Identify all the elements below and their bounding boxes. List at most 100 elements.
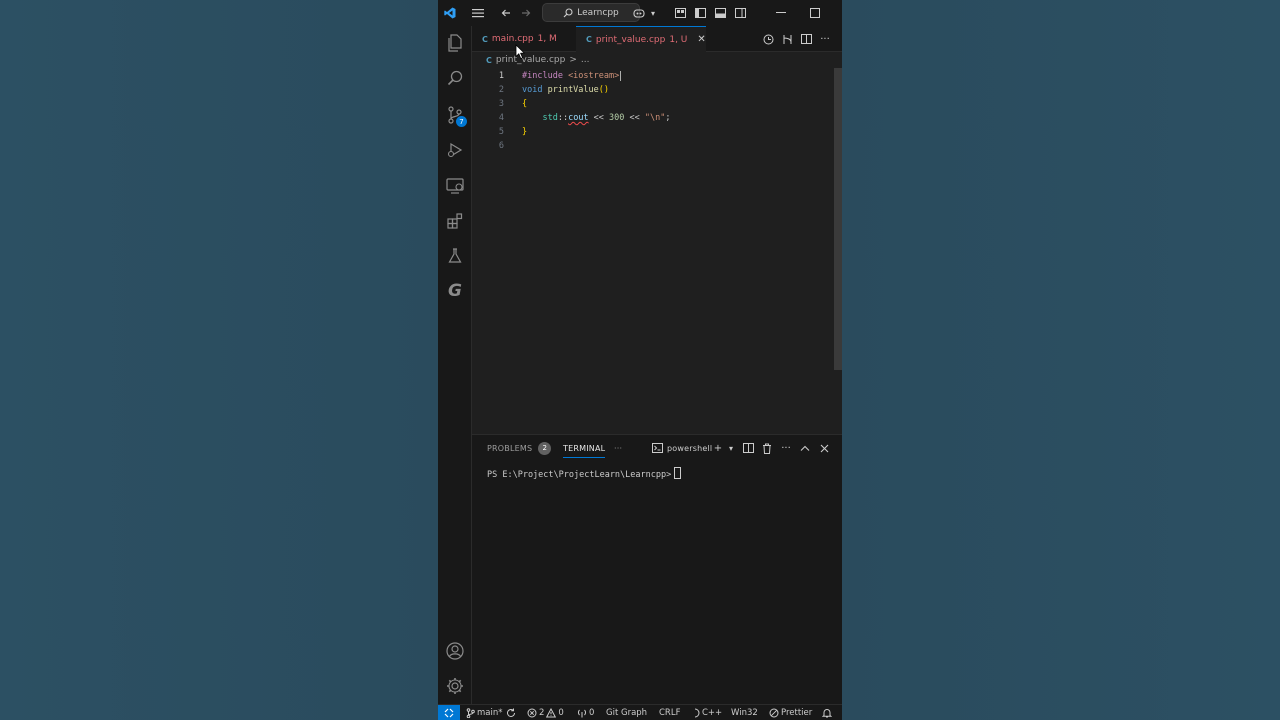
branch-indicator[interactable]: main* [466, 705, 503, 720]
more-actions-icon[interactable]: ··· [817, 30, 833, 48]
vscode-window: Learncpp ▾ 7 G C main.cpp 1, M C print_v… [438, 0, 842, 720]
close-panel-icon[interactable] [816, 439, 832, 457]
timeline-icon[interactable] [760, 30, 776, 48]
language-indicator[interactable]: C++ [692, 705, 722, 720]
remote-indicator-icon[interactable] [438, 705, 460, 720]
account-icon[interactable] [438, 636, 472, 666]
run-debug-icon[interactable] [438, 135, 472, 165]
close-tab-icon[interactable]: ✕ [697, 34, 705, 45]
editor-scrollbar[interactable] [834, 68, 842, 370]
error-icon [527, 708, 537, 717]
extensions-icon[interactable] [438, 206, 472, 236]
line-number: 4 [498, 113, 504, 123]
terminal-cursor [674, 467, 682, 479]
prettier-disabled-icon [769, 708, 779, 717]
prettier-label: Prettier [781, 707, 813, 718]
line-number: 2 [498, 85, 504, 95]
customize-layout-icon[interactable] [670, 0, 690, 26]
code-editor[interactable]: 1 #include <iostream> 2 void printValue() 3{… [472, 68, 842, 434]
close-window-icon[interactable] [832, 0, 842, 26]
prettier-indicator[interactable]: Prettier [769, 705, 812, 720]
code-line[interactable]: 4 std::cout << 300 << "\n"; [472, 111, 832, 125]
breadcrumb: C print_value.cpp > ... [472, 52, 842, 68]
cpp-file-icon: C [486, 55, 492, 65]
breadcrumb-more[interactable]: ... [581, 55, 590, 65]
breadcrumb-file[interactable]: print_value.cpp [496, 55, 565, 65]
code-line[interactable]: 5} [472, 125, 832, 139]
text-caret [620, 71, 622, 81]
chevron-down-icon[interactable]: ▾ [648, 0, 658, 26]
platform-indicator[interactable]: Win32 [731, 705, 758, 720]
terminal-icon [652, 443, 663, 453]
desktop-background-left [0, 0, 438, 720]
code-line[interactable]: 3{ [472, 97, 832, 111]
title-bar: Learncpp ▾ [438, 0, 842, 26]
menu-icon[interactable] [468, 0, 488, 26]
git-graph-label: Git Graph [606, 707, 648, 718]
code-text: #include <iostream> [522, 69, 622, 83]
terminal-prompt: PS E:\Project\ProjectLearn\Learncpp> [487, 470, 672, 480]
code-line[interactable]: 1 #include <iostream> [472, 69, 832, 83]
code-token: void [522, 85, 548, 95]
open-changes-icon[interactable] [779, 30, 795, 48]
code-text: } [522, 125, 527, 139]
gitlens-icon[interactable]: G [438, 276, 472, 306]
notifications-bell-icon[interactable] [822, 705, 832, 720]
code-line[interactable]: 6 [472, 139, 832, 153]
source-control-icon[interactable]: 7 [438, 100, 472, 130]
warning-count: 0 [558, 707, 564, 718]
tab-problems[interactable]: PROBLEMS 2 [487, 439, 552, 457]
panel-more-actions-icon[interactable]: ··· [778, 439, 794, 457]
line-number: 5 [498, 127, 504, 137]
terminal-panel: PROBLEMS 2 TERMINAL ··· powershell + ▾ ·… [472, 434, 842, 704]
code-token: printValue [547, 85, 599, 95]
error-count: 2 [539, 707, 545, 718]
toggle-panel-icon[interactable] [710, 0, 730, 26]
search-sidebar-icon[interactable] [438, 63, 472, 93]
code-line[interactable]: 2 void printValue() [472, 83, 832, 97]
tab-label: print_value.cpp [595, 34, 666, 45]
terminal-shell-selector[interactable]: powershell [652, 439, 712, 457]
copilot-icon[interactable] [630, 0, 648, 26]
code-token: << [624, 113, 645, 123]
chevron-down-icon[interactable]: ▾ [723, 439, 739, 457]
split-editor-icon[interactable] [798, 30, 814, 48]
git-graph-button[interactable]: Git Graph [606, 705, 647, 720]
code-token: cout [568, 113, 589, 123]
explorer-icon[interactable] [438, 28, 472, 58]
terminal-output[interactable]: PS E:\Project\ProjectLearn\Learncpp> [487, 467, 682, 480]
maximize-icon[interactable] [798, 0, 832, 26]
language-label: C++ [702, 707, 723, 718]
code-token: "\n" [644, 113, 666, 123]
language-status-icon [694, 708, 700, 717]
problems-indicator[interactable]: 2 0 [527, 705, 564, 720]
code-token: ; [665, 113, 671, 123]
toggle-primary-sidebar-icon[interactable] [690, 0, 710, 26]
settings-gear-icon[interactable] [438, 671, 472, 701]
command-center-search[interactable]: Learncpp [542, 3, 640, 22]
forward-arrow-icon[interactable] [516, 0, 536, 26]
tab-print-value-cpp[interactable]: C print_value.cpp 1, U ✕ [576, 26, 706, 52]
split-terminal-icon[interactable] [740, 439, 756, 457]
more-label: ··· [614, 443, 623, 453]
minimize-icon[interactable] [764, 0, 798, 26]
remote-explorer-icon[interactable] [438, 171, 472, 201]
eol-label: CRLF [659, 707, 681, 718]
tab-terminal[interactable]: TERMINAL [563, 439, 606, 458]
warning-icon [546, 707, 557, 717]
eol-indicator[interactable]: CRLF [659, 705, 680, 720]
ports-indicator[interactable]: 0 [577, 705, 594, 720]
code-text: std::cout << 300 << "\n"; [522, 111, 671, 125]
back-arrow-icon[interactable] [496, 0, 516, 26]
sync-icon[interactable] [506, 705, 516, 720]
maximize-panel-icon[interactable] [797, 439, 813, 457]
code-token: <iostream> [568, 71, 620, 81]
terminal-label: TERMINAL [563, 443, 606, 453]
radio-tower-icon [577, 709, 587, 717]
panel-more-tabs[interactable]: ··· [614, 439, 622, 457]
activity-bar: 7 G [438, 26, 472, 704]
testing-flask-icon[interactable] [438, 241, 472, 271]
search-text: Learncpp [577, 7, 619, 18]
toggle-secondary-sidebar-icon[interactable] [730, 0, 750, 26]
trash-icon[interactable] [759, 439, 775, 457]
